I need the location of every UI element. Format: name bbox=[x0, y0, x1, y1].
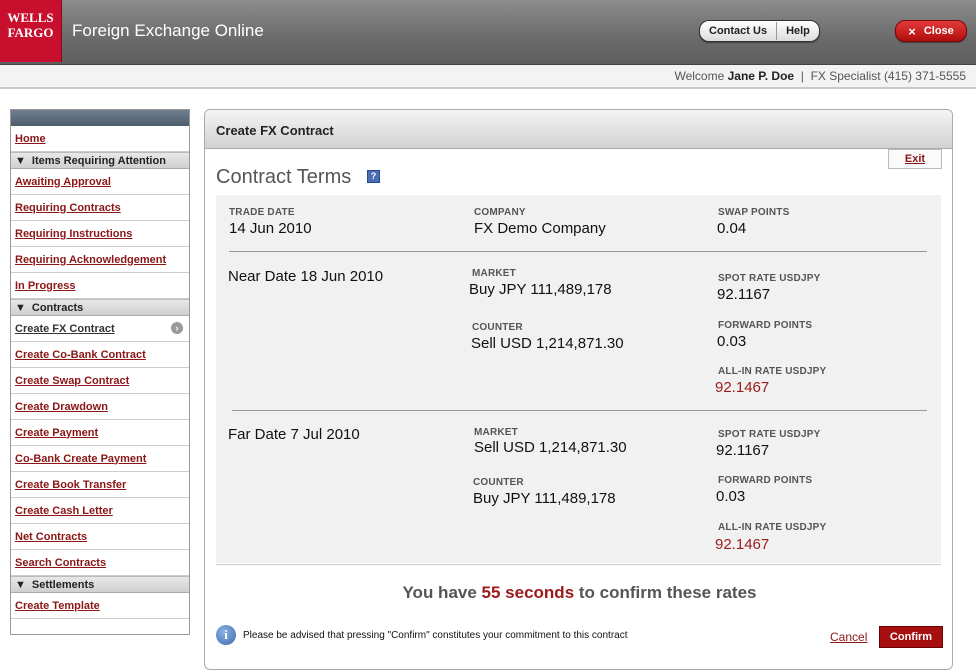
far-market-value: Sell USD 1,214,871.30 bbox=[474, 439, 627, 456]
commitment-notice: Please be advised that pressing "Confirm… bbox=[243, 630, 628, 641]
near-market-value: Buy JPY 111,489,178 bbox=[469, 281, 612, 298]
sidebar-item-requiring-acknowledgement[interactable]: Requiring Acknowledgement bbox=[11, 247, 189, 273]
far-allin-label: ALL-IN RATE USDJPY bbox=[718, 522, 827, 533]
near-allin-label: ALL-IN RATE USDJPY bbox=[718, 366, 827, 377]
timer-seconds: 55 seconds bbox=[481, 583, 575, 602]
company-value: FX Demo Company bbox=[474, 220, 606, 237]
near-spot-label: SPOT RATE USDJPY bbox=[718, 273, 821, 284]
far-spot-value: 92.1167 bbox=[716, 442, 770, 459]
section-label: Contracts bbox=[31, 301, 84, 314]
trade-date-label: TRADE DATE bbox=[229, 207, 295, 218]
timer-suffix: to confirm these rates bbox=[578, 583, 757, 602]
logo-line-2: FARGO bbox=[7, 25, 54, 40]
contact-help-group: Contact Us Help bbox=[699, 20, 820, 42]
arrow-right-icon: › bbox=[171, 322, 183, 334]
collapse-arrow-icon: ▼ bbox=[15, 154, 26, 167]
far-spot-label: SPOT RATE USDJPY bbox=[718, 429, 821, 440]
near-forward-value: 0.03 bbox=[717, 333, 747, 350]
near-date: Near Date 18 Jun 2010 bbox=[228, 268, 384, 285]
far-allin-value: 92.1467 bbox=[715, 536, 770, 553]
near-counter-label: COUNTER bbox=[472, 322, 523, 333]
confirm-timer: You have 55 seconds to confirm these rat… bbox=[205, 583, 952, 603]
swap-points-value: 0.04 bbox=[717, 220, 747, 237]
fx-specialist: FX Specialist (415) 371-5555 bbox=[810, 69, 966, 83]
sidebar-item-create-fx-contract[interactable]: Create FX Contract › bbox=[11, 316, 189, 342]
section-items-requiring-attention[interactable]: ▼ Items Requiring Attention bbox=[11, 152, 189, 169]
help-icon[interactable]: ? bbox=[367, 170, 380, 183]
sidebar-item-in-progress[interactable]: In Progress bbox=[11, 273, 189, 299]
collapse-arrow-icon: ▼ bbox=[15, 301, 26, 314]
far-counter-label: COUNTER bbox=[473, 477, 524, 488]
contract-terms-box: TRADE DATE 14 Jun 2010 COMPANY FX Demo C… bbox=[216, 195, 941, 563]
logo-line-1: WELLS bbox=[7, 10, 54, 25]
contract-terms-title: Contract Terms bbox=[216, 166, 352, 188]
create-fx-contract-panel: Create FX Contract Exit Contract Terms ?… bbox=[204, 109, 953, 670]
divider bbox=[216, 564, 941, 565]
close-button[interactable]: × Close bbox=[895, 20, 967, 42]
sidebar-item-requiring-contracts[interactable]: Requiring Contracts bbox=[11, 195, 189, 221]
far-forward-label: FORWARD POINTS bbox=[718, 475, 813, 486]
near-counter-value: Sell USD 1,214,871.30 bbox=[471, 335, 624, 352]
near-market-label: MARKET bbox=[472, 268, 516, 279]
section-label: Settlements bbox=[31, 578, 95, 591]
near-allin-value: 92.1467 bbox=[715, 379, 770, 396]
sidebar-header-bar bbox=[11, 110, 189, 126]
sidebar-item-create-cash-letter[interactable]: Create Cash Letter bbox=[11, 498, 189, 524]
wells-fargo-logo: WELLS FARGO bbox=[0, 0, 62, 62]
sidebar-item-create-template[interactable]: Create Template bbox=[11, 593, 189, 619]
welcome-separator: | bbox=[800, 69, 804, 83]
swap-points-label: SWAP POINTS bbox=[718, 207, 790, 218]
sidebar-item-label: Create FX Contract bbox=[15, 322, 115, 335]
far-counter-value: Buy JPY 111,489,178 bbox=[473, 490, 616, 507]
sidebar-item-co-bank-create-payment[interactable]: Co-Bank Create Payment bbox=[11, 446, 189, 472]
user-name: Jane P. Doe bbox=[727, 69, 795, 83]
trade-date-value: 14 Jun 2010 bbox=[229, 220, 312, 237]
sidebar-item-home[interactable]: Home bbox=[11, 126, 189, 152]
welcome-bar: Welcome Jane P. Doe | FX Specialist (415… bbox=[0, 65, 976, 89]
far-forward-value: 0.03 bbox=[716, 488, 746, 505]
section-label: Items Requiring Attention bbox=[31, 154, 166, 167]
close-icon: × bbox=[908, 23, 916, 39]
app-title: Foreign Exchange Online bbox=[72, 21, 264, 40]
sidebar: Home ▼ Items Requiring Attention Awaitin… bbox=[10, 109, 190, 635]
close-label: Close bbox=[923, 25, 954, 37]
timer-prefix: You have bbox=[402, 583, 477, 602]
sidebar-item-create-drawdown[interactable]: Create Drawdown bbox=[11, 394, 189, 420]
sidebar-item-requiring-instructions[interactable]: Requiring Instructions bbox=[11, 221, 189, 247]
far-date: Far Date 7 Jul 2010 bbox=[228, 426, 360, 443]
collapse-arrow-icon: ▼ bbox=[15, 578, 26, 591]
divider bbox=[229, 251, 927, 252]
app-header: WELLS FARGO Foreign Exchange Online Cont… bbox=[0, 0, 976, 65]
sidebar-item-create-co-bank-contract[interactable]: Create Co-Bank Contract bbox=[11, 342, 189, 368]
contact-us-button[interactable]: Contact Us bbox=[700, 22, 776, 40]
near-forward-label: FORWARD POINTS bbox=[718, 320, 813, 331]
welcome-prefix: Welcome bbox=[674, 69, 725, 83]
panel-title: Create FX Contract bbox=[216, 123, 334, 138]
sidebar-item-net-contracts[interactable]: Net Contracts bbox=[11, 524, 189, 550]
sidebar-item-awaiting-approval[interactable]: Awaiting Approval bbox=[11, 169, 189, 195]
divider bbox=[232, 410, 927, 411]
exit-button[interactable]: Exit bbox=[888, 149, 942, 169]
confirm-button[interactable]: Confirm bbox=[879, 626, 943, 648]
section-contracts[interactable]: ▼ Contracts bbox=[11, 299, 189, 316]
section-settlements[interactable]: ▼ Settlements bbox=[11, 576, 189, 593]
sidebar-item-create-book-transfer[interactable]: Create Book Transfer bbox=[11, 472, 189, 498]
near-spot-value: 92.1167 bbox=[717, 286, 771, 303]
sidebar-item-create-swap-contract[interactable]: Create Swap Contract bbox=[11, 368, 189, 394]
help-button[interactable]: Help bbox=[777, 22, 819, 40]
company-label: COMPANY bbox=[474, 207, 526, 218]
cancel-link[interactable]: Cancel bbox=[830, 630, 867, 644]
far-market-label: MARKET bbox=[474, 427, 518, 438]
info-icon: i bbox=[216, 625, 236, 645]
sidebar-item-create-payment[interactable]: Create Payment bbox=[11, 420, 189, 446]
welcome-text: Welcome Jane P. Doe | FX Specialist (415… bbox=[674, 69, 966, 83]
sidebar-item-search-contracts[interactable]: Search Contracts bbox=[11, 550, 189, 576]
